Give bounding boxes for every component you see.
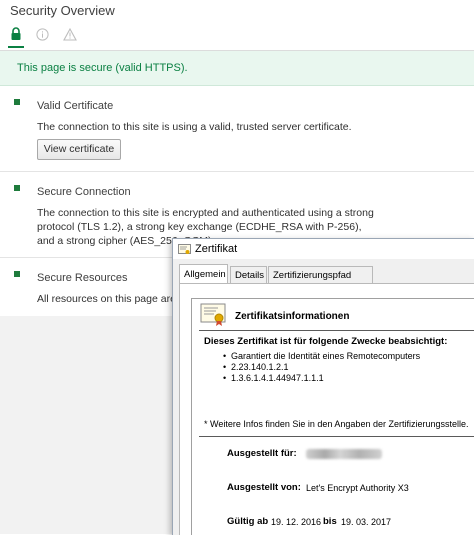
secure-banner: This page is secure (valid HTTPS). <box>0 51 474 86</box>
panel-title: Security Overview <box>10 3 115 18</box>
section-title-connection: Secure Connection <box>37 186 131 198</box>
footnote: * Weitere Infos finden Sie in den Angabe… <box>204 419 469 429</box>
lock-icon[interactable] <box>10 27 22 41</box>
security-filter-icons <box>8 26 77 48</box>
valid-from-label: Gültig ab <box>227 516 269 527</box>
secure-banner-text: This page is secure (valid HTTPS). <box>17 62 188 74</box>
tab-zertifizierungspfad[interactable]: Zertifizierungspfad <box>268 266 373 283</box>
divider <box>0 171 474 172</box>
certificate-icon <box>178 243 191 261</box>
status-bullet <box>14 99 20 105</box>
divider <box>199 330 474 331</box>
issued-by-value: Let's Encrypt Authority X3 <box>306 483 409 493</box>
section-title-resources: Secure Resources <box>37 272 128 284</box>
active-tab-indicator <box>8 46 24 48</box>
certificate-icon <box>200 303 226 332</box>
dialog-title: Zertifikat <box>195 243 238 255</box>
list-item: Garantiert die Identität eines Remotecom… <box>223 351 420 362</box>
purpose-heading: Dieses Zertifikat ist für folgende Zweck… <box>204 336 448 347</box>
purpose-list: Garantiert die Identität eines Remotecom… <box>223 351 420 384</box>
certificate-info-box <box>191 298 474 535</box>
list-item: 2.23.140.1.2.1 <box>223 362 420 373</box>
issued-by-label: Ausgestellt von: <box>227 482 301 493</box>
info-icon[interactable] <box>36 27 49 41</box>
section-text-certificate: The connection to this site is using a v… <box>37 121 352 133</box>
dialog-titlebar[interactable]: Zertifikat <box>173 239 474 259</box>
section-title-certificate: Valid Certificate <box>37 100 114 112</box>
divider <box>199 436 474 437</box>
valid-to-value: 19. 03. 2017 <box>341 517 392 527</box>
tab-details[interactable]: Details <box>230 266 267 283</box>
issued-to-label: Ausgestellt für: <box>227 448 297 459</box>
tab-allgemein[interactable]: Allgemein <box>179 264 228 284</box>
list-item: 1.3.6.1.4.1.44947.1.1.1 <box>223 373 420 384</box>
status-bullet <box>14 185 20 191</box>
view-certificate-button[interactable]: View certificate <box>37 139 121 160</box>
valid-from-value: 19. 12. 2016 <box>271 517 322 527</box>
issued-to-value-redacted <box>306 449 382 459</box>
status-bullet <box>14 271 20 277</box>
valid-to-label: bis <box>323 516 337 527</box>
certificate-heading: Zertifikatsinformationen <box>235 311 350 322</box>
certificate-dialog: Zertifikat Allgemein Details Zertifizier… <box>172 238 474 535</box>
warning-icon[interactable] <box>63 27 77 41</box>
